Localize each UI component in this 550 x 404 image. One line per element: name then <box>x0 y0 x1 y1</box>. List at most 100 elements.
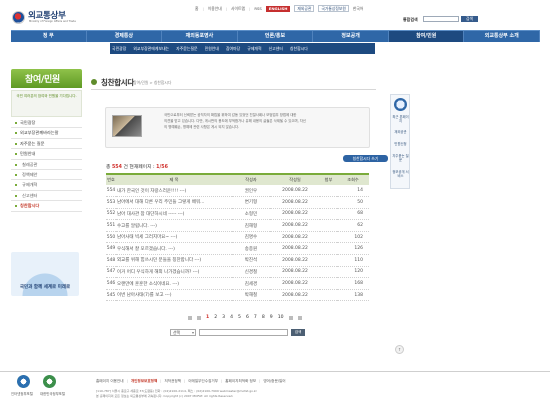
footer-link[interactable]: 이메일무단수집거부 <box>188 379 218 384</box>
last-page-icon[interactable] <box>297 315 302 320</box>
page-link[interactable]: 3 <box>222 315 225 320</box>
sidebar-item[interactable]: 국민광장 <box>11 118 82 129</box>
table-row: 550 남아사태 빅세 그러지마요~ ---) 김명수 2008.08.22 102 <box>106 231 369 244</box>
nav-press[interactable]: 언론/홍보 <box>238 31 314 42</box>
row-title-link[interactable]: 외교를 위해 힘쓰시던 분들을 칭찬합니다 ---) <box>116 254 232 267</box>
scroll-to-top-button[interactable]: ↑ <box>395 345 404 354</box>
footer-separator: | <box>259 379 261 383</box>
subnav-item[interactable]: 국민광장 <box>110 46 128 52</box>
gov-portal-badge-icon[interactable] <box>43 375 56 388</box>
row-title-link[interactable]: 이번 남아사태(7)를 보고 ---) <box>116 289 232 302</box>
subnav-item[interactable]: 참여마당 <box>224 46 242 52</box>
page-link[interactable]: 10 <box>278 315 284 320</box>
board-search: 선택 검색 <box>170 328 305 336</box>
prev-page-icon[interactable] <box>197 315 201 320</box>
page-link[interactable]: 8 <box>262 315 265 320</box>
sitemap-link[interactable]: 사이트맵 <box>231 6 245 12</box>
next-page-icon[interactable] <box>288 315 293 320</box>
row-views: 14 <box>337 185 369 198</box>
trade-info-link[interactable]: 국가통상정보원 <box>318 5 349 12</box>
row-views: 68 <box>337 208 369 221</box>
ministry-logo-emblem[interactable] <box>12 11 25 24</box>
subnav-item[interactable]: 규제개혁 <box>245 46 263 52</box>
row-title-link[interactable]: 남아에서 대해 다른 우리 주민들 그렇게 배워... <box>116 196 232 209</box>
table-row: 551 수고를 알립니다. ---) 김해형 2008.08.22 62 <box>106 219 369 232</box>
row-views: 138 <box>337 289 369 302</box>
nav-about[interactable]: 외교통상부 소개 <box>464 31 541 42</box>
quick-item-recent[interactable]: 최근 본페이지 <box>392 115 409 123</box>
page-link[interactable]: 6 <box>246 315 249 320</box>
page-link[interactable]: 2 <box>214 315 217 320</box>
row-title-link[interactable]: 수고를 알립니다. ---) <box>116 219 232 232</box>
quick-item-faq[interactable]: 자주묻는 질문 <box>392 154 409 162</box>
page-link[interactable]: 5 <box>238 315 241 320</box>
row-title-link[interactable]: 남아 대사관 참 대단하시네 ----- ---) <box>116 208 232 221</box>
search-input[interactable] <box>423 16 459 22</box>
sidebar-item[interactable]: 자주묻는 질문 <box>11 139 82 150</box>
subnav-item[interactable]: 외교부장관에게보내는 <box>131 46 171 52</box>
footer-link[interactable]: 홈페이지최적화 정보 <box>225 379 256 384</box>
footer-link[interactable]: 홈페이지 이용안내 <box>96 379 124 384</box>
main-navigation: 정 무 경제통상 재외동포영사 언론/홍보 정보공개 참여/민원 외교통상부 소… <box>11 30 541 42</box>
egov-badge-icon[interactable] <box>17 375 30 388</box>
nav-politics[interactable]: 정 무 <box>11 31 87 42</box>
intro-text: 국민으로부터 신뢰받는 공직자의 확립을 위하여 감동 있었던 친절사례나 모범… <box>164 112 364 130</box>
footer-link[interactable]: 개인정보보호정책 <box>131 379 157 384</box>
sidebar-item[interactable]: 규제개혁 <box>11 180 82 191</box>
korean-link[interactable]: 한국어 <box>353 6 363 12</box>
row-title-link[interactable]: 내가 한국인 것이 자랑스러운!!!! ---) <box>116 185 232 198</box>
post-count: 총 554 건 현재페이지 : 1/56 <box>106 163 168 170</box>
column-header-views: 조회수 <box>337 173 369 185</box>
row-title-link[interactable]: 우식해서 잘 모르겠습니다. ---) <box>116 242 232 256</box>
sidebar-item[interactable]: 신고센터 <box>11 191 82 202</box>
board-search-button[interactable]: 검색 <box>291 328 305 336</box>
quick-item-request[interactable]: 민원신청 <box>392 142 409 146</box>
footer-separator: | <box>184 379 186 383</box>
subnav-item[interactable]: 민원안내 <box>203 46 221 52</box>
post-list-table: 번호 제 목 작성자 작성일 첨부 조회수 554 내가 한국인 것이 자랑스러운… <box>106 173 369 302</box>
search-label: 통합검색 <box>403 17 418 22</box>
table-body: 554 내가 한국인 것이 자랑스러운!!!! ---) 권인우 2008.08.22… <box>106 185 369 302</box>
sidebar-item[interactable]: 정책제안 <box>11 170 82 181</box>
board-search-input[interactable] <box>199 328 288 336</box>
write-post-button[interactable]: 칭찬합시다 쓰기 <box>343 155 388 162</box>
nav-information[interactable]: 정보공개 <box>313 31 389 42</box>
search-field-select[interactable]: 선택 <box>170 328 196 336</box>
quick-item-info[interactable]: 정보공개 서비스 <box>392 170 409 178</box>
column-header-author: 작성자 <box>232 173 270 185</box>
nav-participation[interactable]: 참여/민원 <box>388 31 465 42</box>
sidebar-item[interactable]: 칠레공관 <box>11 160 82 170</box>
page-link[interactable]: 1 <box>206 315 209 320</box>
embassy-link[interactable]: 재외공관 <box>294 5 315 12</box>
home-link[interactable]: 홈 <box>195 6 199 12</box>
page-link[interactable]: 4 <box>230 315 233 320</box>
row-title-link[interactable]: 이거 어디 우식하게 해외 나가겠습니까? ---) <box>116 266 232 279</box>
column-header-title: 제 목 <box>116 173 232 185</box>
column-header-number: 번호 <box>106 173 116 185</box>
subnav-item[interactable]: 자주묻는질문 <box>174 46 199 52</box>
footer-link[interactable]: 영어/중문/일어 <box>263 379 285 384</box>
row-attachment <box>320 219 337 232</box>
footer-link[interactable]: 저작권정책 <box>164 379 181 384</box>
row-author: 신경철 <box>232 266 270 279</box>
search-button[interactable]: 검색 <box>461 16 478 22</box>
row-title-link[interactable]: 오랜만에 훈훈한 소식이네요. ---) <box>116 277 232 290</box>
count-page: 1/56 <box>156 165 168 170</box>
sidebar-item[interactable]: 칭찬합시다 <box>11 201 82 212</box>
page-link[interactable]: 7 <box>254 315 257 320</box>
sidebar-banner[interactable]: 국민과 함께 세계로 미래로 <box>11 252 79 296</box>
row-title-link[interactable]: 남아사태 빅세 그러지마요~ ---) <box>116 231 232 244</box>
rss-link[interactable]: RSS <box>254 6 261 11</box>
guide-link[interactable]: 이용안내 <box>208 6 222 12</box>
english-button[interactable]: ENGLISH <box>265 5 291 12</box>
nav-overseas-consular[interactable]: 재외동포영사 <box>162 31 238 42</box>
quick-item-embassy[interactable]: 재외공관 <box>392 130 409 134</box>
row-number: 553 <box>106 196 116 209</box>
nav-economy-trade[interactable]: 경제통상 <box>87 31 163 42</box>
sidebar-item[interactable]: 외교부장관께바라는말 <box>11 128 82 139</box>
subnav-item[interactable]: 신고센터 <box>267 46 285 52</box>
subnav-item[interactable]: 칭찬합시다 <box>288 46 310 52</box>
page-link[interactable]: 9 <box>270 315 273 320</box>
first-page-icon[interactable] <box>188 315 192 320</box>
sidebar-item[interactable]: 민원안내 <box>11 149 82 160</box>
